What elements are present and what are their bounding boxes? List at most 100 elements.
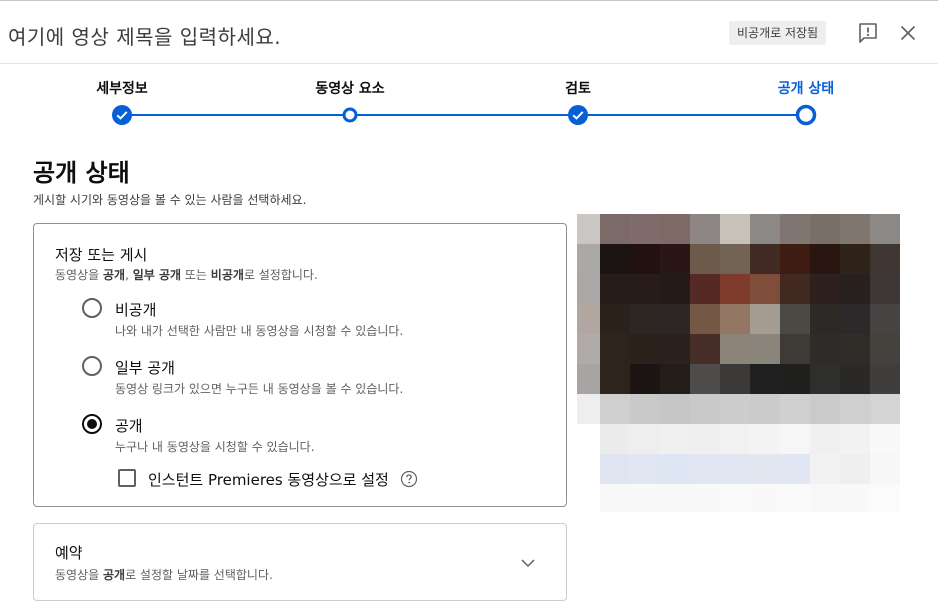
thumbnail-pixel (690, 214, 720, 244)
save-status-badge: 비공개로 저장됨 (729, 21, 827, 45)
thumbnail-pixel (660, 244, 690, 274)
thumbnail-pixel (840, 454, 870, 484)
thumbnail-pixel (870, 364, 900, 394)
thumbnail-pixel (720, 424, 750, 454)
radio-label: 공개 (115, 417, 143, 435)
radio-description: 누구나 내 동영상을 시청할 수 있습니다. (115, 440, 315, 454)
thumbnail-pixel (600, 334, 630, 364)
thumbnail-pixel (577, 484, 600, 512)
video-thumbnail-preview (577, 214, 900, 512)
thumbnail-pixel (577, 364, 600, 394)
thumbnail-pixel (810, 424, 840, 454)
thumbnail-pixel (660, 274, 690, 304)
thumbnail-pixel (577, 394, 600, 424)
thumbnail-pixel (630, 424, 660, 454)
thumbnail-pixel (600, 214, 630, 244)
thumbnail-pixel (870, 454, 900, 484)
radio-label: 일부 공개 (115, 359, 175, 377)
thumbnail-pixel (840, 244, 870, 274)
checkbox-label: 인스턴트 Premieres 동영상으로 설정 (148, 471, 389, 489)
thumbnail-pixel (577, 424, 600, 454)
thumbnail-pixel (810, 214, 840, 244)
radio-button[interactable] (82, 414, 102, 434)
thumbnail-pixel (810, 484, 840, 512)
thumbnail-pixel (690, 304, 720, 334)
thumbnail-pixel (630, 334, 660, 364)
step-label: 세부정보 (96, 81, 148, 97)
thumbnail-pixel (690, 364, 720, 394)
instant-premiere-checkbox[interactable] (118, 469, 136, 487)
thumbnail-pixel (660, 214, 690, 244)
thumbnail-image (577, 214, 900, 512)
thumbnail-pixel (750, 424, 780, 454)
thumbnail-pixel (660, 364, 690, 394)
thumbnail-pixel (690, 394, 720, 424)
thumbnail-pixel (750, 304, 780, 334)
thumbnail-pixel (690, 244, 720, 274)
thumbnail-pixel (810, 304, 840, 334)
thumbnail-pixel (840, 424, 870, 454)
thumbnail-pixel (577, 334, 600, 364)
feedback-icon[interactable] (856, 21, 880, 45)
step-label: 공개 상태 (777, 81, 835, 97)
thumbnail-pixel (660, 454, 690, 484)
close-icon[interactable] (896, 21, 920, 45)
thumbnail-pixel (810, 394, 840, 424)
radio-label: 비공개 (115, 301, 157, 319)
thumbnail-pixel (780, 364, 810, 394)
thumbnail-pixel (870, 304, 900, 334)
video-title[interactable]: 여기에 영상 제목을 입력하세요. (8, 21, 281, 50)
radio-button[interactable] (82, 298, 102, 318)
thumbnail-pixel (780, 214, 810, 244)
thumbnail-pixel (600, 424, 630, 454)
thumbnail-pixel (630, 214, 660, 244)
thumbnail-pixel (600, 364, 630, 394)
thumbnail-pixel (690, 484, 720, 512)
thumbnail-pixel (600, 244, 630, 274)
step-label: 동영상 요소 (315, 81, 385, 97)
thumbnail-pixel (577, 214, 600, 244)
page-subtitle: 게시할 시기와 동영상을 볼 수 있는 사람을 선택하세요. (33, 193, 307, 207)
thumbnail-pixel (577, 244, 600, 274)
schedule-card[interactable]: 예약 동영상을 공개로 설정할 날짜를 선택합니다. (33, 523, 567, 601)
page-title: 공개 상태 (33, 159, 130, 187)
thumbnail-pixel (750, 244, 780, 274)
thumbnail-pixel (630, 454, 660, 484)
thumbnail-pixel (600, 454, 630, 484)
thumbnail-pixel (840, 394, 870, 424)
thumbnail-pixel (810, 244, 840, 274)
thumbnail-pixel (720, 274, 750, 304)
chevron-down-icon[interactable] (516, 551, 540, 575)
thumbnail-pixel (750, 454, 780, 484)
thumbnail-pixel (750, 364, 780, 394)
thumbnail-pixel (690, 424, 720, 454)
thumbnail-pixel (810, 334, 840, 364)
card-title: 예약 (55, 544, 83, 562)
thumbnail-pixel (630, 394, 660, 424)
thumbnail-pixel (840, 274, 870, 304)
thumbnail-pixel (870, 334, 900, 364)
thumbnail-pixel (660, 304, 690, 334)
radio-description: 동영상 링크가 있으면 누구든 내 동영상을 볼 수 있습니다. (115, 382, 404, 396)
thumbnail-pixel (720, 364, 750, 394)
thumbnail-pixel (660, 334, 690, 364)
thumbnail-pixel (780, 304, 810, 334)
thumbnail-pixel (720, 304, 750, 334)
thumbnail-pixel (720, 484, 750, 512)
thumbnail-pixel (810, 454, 840, 484)
thumbnail-pixel (600, 274, 630, 304)
thumbnail-pixel (577, 274, 600, 304)
thumbnail-pixel (660, 484, 690, 512)
upload-stepper: 세부정보 동영상 요소 검토 공개 상태 (0, 66, 938, 136)
thumbnail-pixel (660, 394, 690, 424)
thumbnail-pixel (577, 304, 600, 334)
radio-button[interactable] (82, 356, 102, 376)
thumbnail-pixel (720, 244, 750, 274)
step-done-check-icon (568, 105, 588, 129)
thumbnail-pixel (720, 334, 750, 364)
thumbnail-pixel (870, 244, 900, 274)
help-icon[interactable] (400, 470, 418, 488)
thumbnail-pixel (630, 304, 660, 334)
thumbnail-pixel (780, 454, 810, 484)
thumbnail-pixel (660, 424, 690, 454)
